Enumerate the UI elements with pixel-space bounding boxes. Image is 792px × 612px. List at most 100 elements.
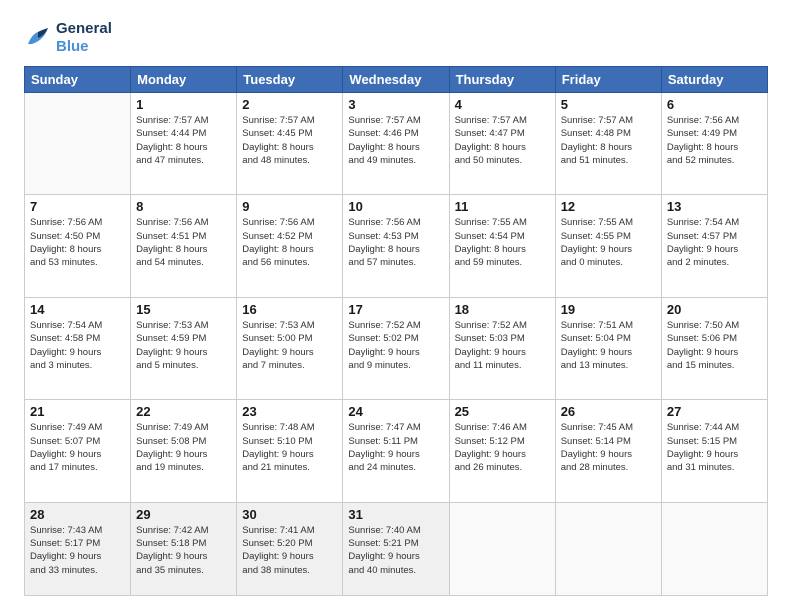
weekday-header-wednesday: Wednesday — [343, 67, 449, 93]
calendar-week-row: 14 Sunrise: 7:54 AM Sunset: 4:58 PM Dayli… — [25, 297, 768, 399]
day-number: 24 — [348, 404, 443, 419]
day-info: Sunrise: 7:41 AM Sunset: 5:20 PM Dayligh… — [242, 524, 337, 577]
day-number: 2 — [242, 97, 337, 112]
calendar-cell: 25Sunrise: 7:46 AM Sunset: 5:12 PM Dayli… — [449, 400, 555, 502]
day-info: Sunrise: 7:56 AM Sunset: 4:51 PM Dayligh… — [136, 216, 231, 269]
calendar-cell: 16 Sunrise: 7:53 AM Sunset: 5:00 PM Dayli… — [237, 297, 343, 399]
day-number: 19 — [561, 302, 656, 317]
calendar-cell: 29 Sunrise: 7:42 AM Sunset: 5:18 PM Dayli… — [131, 502, 237, 595]
day-number: 7 — [30, 199, 125, 214]
calendar-cell: 18Sunrise: 7:52 AM Sunset: 5:03 PM Dayli… — [449, 297, 555, 399]
day-number: 20 — [667, 302, 762, 317]
day-number: 15 — [136, 302, 231, 317]
calendar-cell — [25, 93, 131, 195]
calendar-cell: 24 Sunrise: 7:47 AM Sunset: 5:11 PM Dayli… — [343, 400, 449, 502]
day-info: Sunrise: 7:54 AM Sunset: 4:57 PM Dayligh… — [667, 216, 762, 269]
day-number: 8 — [136, 199, 231, 214]
day-number: 12 — [561, 199, 656, 214]
calendar-cell: 10 Sunrise: 7:56 AM Sunset: 4:53 PM Dayli… — [343, 195, 449, 297]
day-info: Sunrise: 7:53 AM Sunset: 5:00 PM Dayligh… — [242, 319, 337, 372]
calendar-cell: 2 Sunrise: 7:57 AM Sunset: 4:45 PM Daylig… — [237, 93, 343, 195]
weekday-header-sunday: Sunday — [25, 67, 131, 93]
calendar-cell: 28 Sunrise: 7:43 AM Sunset: 5:17 PM Dayli… — [25, 502, 131, 595]
day-info: Sunrise: 7:50 AM Sunset: 5:06 PM Dayligh… — [667, 319, 762, 372]
calendar-cell: 14 Sunrise: 7:54 AM Sunset: 4:58 PM Dayli… — [25, 297, 131, 399]
calendar-cell: 7Sunrise: 7:56 AM Sunset: 4:50 PM Daylig… — [25, 195, 131, 297]
calendar-cell: 21 Sunrise: 7:49 AM Sunset: 5:07 PM Dayli… — [25, 400, 131, 502]
day-info: Sunrise: 7:52 AM Sunset: 5:03 PM Dayligh… — [455, 319, 550, 372]
page: General Blue SundayMondayTuesdayWednesda… — [0, 0, 792, 612]
weekday-header-tuesday: Tuesday — [237, 67, 343, 93]
calendar-cell: 19 Sunrise: 7:51 AM Sunset: 5:04 PM Dayli… — [555, 297, 661, 399]
day-info: Sunrise: 7:51 AM Sunset: 5:04 PM Dayligh… — [561, 319, 656, 372]
calendar-cell: 8 Sunrise: 7:56 AM Sunset: 4:51 PM Daylig… — [131, 195, 237, 297]
day-info: Sunrise: 7:57 AM Sunset: 4:48 PM Dayligh… — [561, 114, 656, 167]
weekday-header-saturday: Saturday — [661, 67, 767, 93]
calendar-cell: 3 Sunrise: 7:57 AM Sunset: 4:46 PM Daylig… — [343, 93, 449, 195]
logo-icon — [24, 24, 52, 52]
calendar-cell: 12 Sunrise: 7:55 AM Sunset: 4:55 PM Dayli… — [555, 195, 661, 297]
day-number: 13 — [667, 199, 762, 214]
day-info: Sunrise: 7:48 AM Sunset: 5:10 PM Dayligh… — [242, 421, 337, 474]
day-number: 30 — [242, 507, 337, 522]
day-number: 10 — [348, 199, 443, 214]
day-info: Sunrise: 7:49 AM Sunset: 5:07 PM Dayligh… — [30, 421, 125, 474]
calendar-header-row: SundayMondayTuesdayWednesdayThursdayFrid… — [25, 67, 768, 93]
day-number: 5 — [561, 97, 656, 112]
calendar-cell: 17Sunrise: 7:52 AM Sunset: 5:02 PM Dayli… — [343, 297, 449, 399]
day-info: Sunrise: 7:54 AM Sunset: 4:58 PM Dayligh… — [30, 319, 125, 372]
day-number: 26 — [561, 404, 656, 419]
day-number: 3 — [348, 97, 443, 112]
day-info: Sunrise: 7:57 AM Sunset: 4:46 PM Dayligh… — [348, 114, 443, 167]
day-number: 16 — [242, 302, 337, 317]
day-number: 11 — [455, 199, 550, 214]
day-info: Sunrise: 7:57 AM Sunset: 4:44 PM Dayligh… — [136, 114, 231, 167]
day-number: 28 — [30, 507, 125, 522]
day-info: Sunrise: 7:45 AM Sunset: 5:14 PM Dayligh… — [561, 421, 656, 474]
day-info: Sunrise: 7:55 AM Sunset: 4:55 PM Dayligh… — [561, 216, 656, 269]
calendar-cell: 4 Sunrise: 7:57 AM Sunset: 4:47 PM Daylig… — [449, 93, 555, 195]
calendar-cell: 9Sunrise: 7:56 AM Sunset: 4:52 PM Daylig… — [237, 195, 343, 297]
day-number: 6 — [667, 97, 762, 112]
calendar-cell: 30 Sunrise: 7:41 AM Sunset: 5:20 PM Dayli… — [237, 502, 343, 595]
calendar-cell — [449, 502, 555, 595]
calendar-cell — [661, 502, 767, 595]
weekday-header-monday: Monday — [131, 67, 237, 93]
day-number: 25 — [455, 404, 550, 419]
day-info: Sunrise: 7:57 AM Sunset: 4:45 PM Dayligh… — [242, 114, 337, 167]
day-info: Sunrise: 7:57 AM Sunset: 4:47 PM Dayligh… — [455, 114, 550, 167]
day-number: 29 — [136, 507, 231, 522]
day-info: Sunrise: 7:55 AM Sunset: 4:54 PM Dayligh… — [455, 216, 550, 269]
calendar-cell: 13 Sunrise: 7:54 AM Sunset: 4:57 PM Dayli… — [661, 195, 767, 297]
calendar-cell: 11 Sunrise: 7:55 AM Sunset: 4:54 PM Dayli… — [449, 195, 555, 297]
day-info: Sunrise: 7:47 AM Sunset: 5:11 PM Dayligh… — [348, 421, 443, 474]
day-info: Sunrise: 7:40 AM Sunset: 5:21 PM Dayligh… — [348, 524, 443, 577]
day-number: 1 — [136, 97, 231, 112]
calendar-table: SundayMondayTuesdayWednesdayThursdayFrid… — [24, 66, 768, 596]
day-number: 21 — [30, 404, 125, 419]
calendar-cell: 23 Sunrise: 7:48 AM Sunset: 5:10 PM Dayli… — [237, 400, 343, 502]
logo: General Blue — [24, 20, 112, 56]
calendar-week-row: 21 Sunrise: 7:49 AM Sunset: 5:07 PM Dayli… — [25, 400, 768, 502]
day-info: Sunrise: 7:43 AM Sunset: 5:17 PM Dayligh… — [30, 524, 125, 577]
calendar-week-row: 7Sunrise: 7:56 AM Sunset: 4:50 PM Daylig… — [25, 195, 768, 297]
day-number: 22 — [136, 404, 231, 419]
day-number: 14 — [30, 302, 125, 317]
calendar-cell: 6 Sunrise: 7:56 AM Sunset: 4:49 PM Daylig… — [661, 93, 767, 195]
day-info: Sunrise: 7:56 AM Sunset: 4:49 PM Dayligh… — [667, 114, 762, 167]
calendar-cell: 20 Sunrise: 7:50 AM Sunset: 5:06 PM Dayli… — [661, 297, 767, 399]
calendar-cell: 5 Sunrise: 7:57 AM Sunset: 4:48 PM Daylig… — [555, 93, 661, 195]
day-info: Sunrise: 7:42 AM Sunset: 5:18 PM Dayligh… — [136, 524, 231, 577]
day-number: 27 — [667, 404, 762, 419]
weekday-header-thursday: Thursday — [449, 67, 555, 93]
day-number: 31 — [348, 507, 443, 522]
calendar-cell: 15Sunrise: 7:53 AM Sunset: 4:59 PM Dayli… — [131, 297, 237, 399]
day-info: Sunrise: 7:56 AM Sunset: 4:52 PM Dayligh… — [242, 216, 337, 269]
day-info: Sunrise: 7:44 AM Sunset: 5:15 PM Dayligh… — [667, 421, 762, 474]
day-number: 4 — [455, 97, 550, 112]
day-number: 23 — [242, 404, 337, 419]
calendar-cell: 27 Sunrise: 7:44 AM Sunset: 5:15 PM Dayli… — [661, 400, 767, 502]
day-info: Sunrise: 7:56 AM Sunset: 4:53 PM Dayligh… — [348, 216, 443, 269]
weekday-header-friday: Friday — [555, 67, 661, 93]
header: General Blue — [24, 20, 768, 56]
